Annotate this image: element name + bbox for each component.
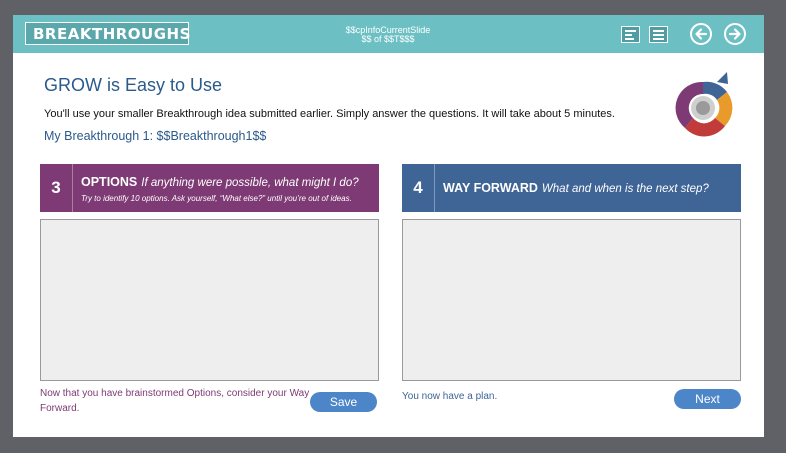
forward-button[interactable] [724, 23, 746, 45]
next-button[interactable]: Next [674, 389, 741, 409]
way-forward-question: What and when is the next step? [541, 183, 709, 195]
grow-model-logo [675, 72, 733, 137]
captions-icon[interactable] [621, 26, 640, 43]
slide-counter-line2: $$ of $$T$$$ [361, 34, 415, 44]
slide-counter: $$cpInfoCurrentSlide $$ of $$T$$$ [333, 26, 443, 44]
save-button[interactable]: Save [310, 392, 377, 412]
way-forward-text-area[interactable] [402, 219, 741, 381]
logo-text: BREAKTHROUGHS [33, 24, 191, 43]
intro-text: You'll use your smaller Breakthrough ide… [44, 108, 615, 120]
slide: BREAKTHROUGHS $$cpInfoCurrentSlide $$ of… [13, 15, 764, 437]
arrow-right-icon [728, 28, 741, 40]
way-forward-footnote: You now have a plan. [402, 391, 498, 402]
options-header-text: OPTIONS If anything were possible, what m… [73, 173, 359, 203]
options-panel-header: 3 OPTIONS If anything were possible, what… [40, 164, 379, 212]
options-text-area[interactable] [40, 219, 379, 381]
arrow-left-icon [695, 28, 708, 40]
options-question: If anything were possible, what might I … [141, 177, 359, 189]
options-title: OPTIONS [81, 175, 138, 189]
options-hint: Try to identify 10 options. Ask yourself… [81, 194, 352, 203]
options-footnote: Now that you have brainstormed Options, … [40, 388, 310, 414]
way-forward-panel-header: 4 WAY FORWARD What and when is the next s… [402, 164, 741, 212]
back-button[interactable] [690, 23, 712, 45]
way-forward-title: WAY FORWARD [443, 181, 538, 195]
way-forward-header-text: WAY FORWARD What and when is the next ste… [435, 179, 709, 197]
page-title: GROW is Easy to Use [44, 75, 223, 95]
top-bar: BREAKTHROUGHS $$cpInfoCurrentSlide $$ of… [13, 15, 764, 53]
options-step-number: 3 [40, 164, 73, 212]
menu-icon[interactable] [649, 26, 668, 43]
breakthrough-subtitle: My Breakthrough 1: $$Breakthrough1$$ [44, 129, 267, 143]
breakthroughs-logo: BREAKTHROUGHS [25, 22, 191, 45]
way-forward-step-number: 4 [402, 164, 435, 212]
